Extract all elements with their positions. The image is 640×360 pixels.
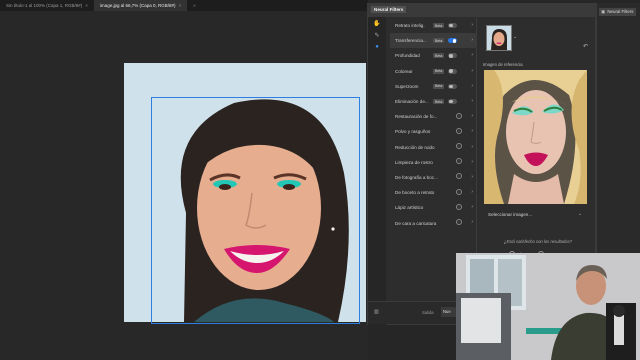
reference-image[interactable] (484, 70, 587, 204)
info-icon[interactable]: i (456, 188, 462, 195)
filter-label: Reducción de ruido (395, 144, 435, 150)
filter-toggle[interactable] (448, 68, 458, 74)
filter-label: Eliminación de... (395, 99, 429, 105)
chevron-down-icon: ⌄ (577, 211, 582, 217)
reset-icon[interactable]: ↶ (583, 43, 588, 50)
filter-toggle[interactable] (448, 83, 458, 89)
filter-toggle[interactable] (448, 23, 458, 29)
reference-image-label: Imagen de referencia (483, 62, 523, 67)
dock-tab-label: Neural Filters (607, 9, 634, 14)
info-icon[interactable]: i (456, 158, 462, 165)
filter-row-retrato[interactable]: Retrato intelig. Beta › (390, 18, 476, 33)
chevron-right-icon[interactable]: › (471, 83, 473, 89)
thumbnail-image (487, 26, 511, 50)
chevron-down-icon[interactable]: ⌄ (513, 34, 517, 40)
chevron-right-icon[interactable]: › (471, 159, 473, 165)
tab-overflow-icon[interactable]: » (187, 0, 202, 11)
filter-label: Superzoom (395, 83, 419, 89)
info-icon[interactable]: i (456, 112, 462, 119)
filter-list: Retrato intelig. Beta › Transferencia...… (390, 18, 476, 231)
chevron-right-icon[interactable]: › (471, 113, 473, 119)
filter-row-polvo[interactable]: Polvo y rasguños i › (390, 124, 476, 139)
tab-untitled[interactable]: Sin título-1 al 100% (Capa 1, RGB/8#) × (0, 0, 94, 11)
panel-toolbar: ✋ ✎ ● (368, 17, 386, 326)
reference-portrait (484, 70, 587, 204)
filter-row-colorear[interactable]: Colorear Beta › (390, 64, 476, 79)
close-icon[interactable]: × (178, 0, 181, 11)
filter-row-fotografia-boceto[interactable]: De fotografía a boc... i › (390, 170, 476, 185)
chevron-right-icon[interactable]: › (471, 189, 473, 195)
filter-label: Polvo y rasguños (395, 129, 431, 135)
filter-row-superzoom[interactable]: Superzoom Beta › (390, 79, 476, 94)
filter-label: Restauración de fo... (395, 114, 438, 120)
chevron-right-icon[interactable]: › (471, 219, 473, 225)
webcam-image (456, 253, 640, 360)
beta-badge: Beta (433, 99, 445, 105)
divider (476, 18, 477, 258)
filter-row-transferencia[interactable]: Transferencia... Beta › (390, 33, 476, 49)
filter-row-profundidad[interactable]: Profundidad Beta › (390, 48, 476, 63)
satisfaction-question: ¿Está satisfecho con los resultados? (503, 239, 573, 244)
output-label: Salida (422, 310, 434, 315)
filter-label: Retrato intelig. (395, 23, 425, 29)
beta-badge: Beta (433, 53, 445, 59)
filter-toggle[interactable] (448, 99, 458, 105)
beta-badge: Beta (433, 23, 445, 29)
filter-label: Limpieza de rostro (395, 159, 433, 165)
selected-reference-thumbnail[interactable] (486, 25, 512, 51)
info-icon[interactable]: i (456, 127, 462, 134)
filter-row-lapiz[interactable]: Lápiz artístico i › (390, 200, 476, 215)
document-tab-bar: Sin título-1 al 100% (Capa 1, RGB/8#) × … (0, 0, 368, 11)
chevron-right-icon[interactable]: › (471, 98, 473, 104)
filter-label: Profundidad (395, 53, 420, 59)
filter-row-eliminacion[interactable]: Eliminación de... Beta › (390, 94, 476, 109)
output-select[interactable]: Nue (441, 307, 457, 317)
beta-badge: Beta (433, 38, 445, 44)
filter-label: Lápiz artístico (395, 205, 424, 211)
filter-row-ruido[interactable]: Reducción de ruido i › (390, 140, 476, 155)
tab-image[interactable]: image.jpg al 66,7% (Capa 0, RGB/8#) × (93, 0, 188, 11)
chevron-right-icon[interactable]: › (471, 22, 473, 28)
chevron-right-icon[interactable]: › (471, 37, 473, 43)
chevron-right-icon[interactable]: › (471, 204, 473, 210)
beta-badge: Beta (433, 68, 445, 74)
webcam-overlay (456, 253, 640, 360)
tab-label: Sin título-1 al 100% (Capa 1, RGB/8#) (6, 3, 83, 8)
panel-title: Neural Filters (371, 6, 407, 13)
brush-tool-icon[interactable]: ✎ (368, 29, 386, 41)
panel-header: Neural Filters (368, 4, 595, 17)
info-icon[interactable]: i (456, 218, 462, 225)
eraser-tool-icon[interactable]: ● (368, 41, 386, 53)
right-dock: ▣ Neural Filters (596, 3, 640, 253)
info-icon[interactable]: i (456, 173, 462, 180)
dock-tab-neural-filters[interactable]: ▣ Neural Filters (599, 8, 636, 16)
close-icon[interactable]: × (85, 0, 88, 11)
filter-toggle[interactable] (448, 53, 458, 59)
filter-label: De cara a caricatura (395, 220, 437, 226)
info-icon[interactable]: i (456, 143, 462, 149)
filter-label: Colorear (395, 68, 413, 74)
split-view-icon[interactable]: ▥ (374, 309, 379, 315)
filter-label: De boceto a retrato (395, 190, 435, 196)
select-image-dropdown[interactable]: Seleccionar imagen... ⌄ (484, 206, 587, 222)
neural-filters-icon: ▣ (601, 9, 606, 14)
info-icon[interactable]: i (456, 203, 462, 210)
filter-row-boceto-retrato[interactable]: De boceto a retrato i › (390, 185, 476, 200)
tab-label: image.jpg al 66,7% (Capa 0, RGB/8#) (99, 3, 176, 8)
chevron-right-icon[interactable]: › (471, 128, 473, 134)
selection-box[interactable] (151, 97, 360, 324)
filter-row-caricatura[interactable]: De cara a caricatura i › (390, 215, 476, 230)
filter-label: De fotografía a boc... (395, 174, 438, 180)
filter-label: Transferencia... (395, 38, 427, 44)
hand-tool-icon[interactable]: ✋ (368, 17, 386, 29)
beta-badge: Beta (433, 83, 445, 89)
chevron-right-icon[interactable]: › (471, 174, 473, 180)
chevron-right-icon[interactable]: › (471, 52, 473, 58)
chevron-right-icon[interactable]: › (471, 68, 473, 74)
filter-row-limpieza[interactable]: Limpieza de rostro i › (390, 155, 476, 170)
filter-row-restauracion[interactable]: Restauración de fo... i › (390, 109, 476, 124)
chevron-right-icon[interactable]: › (471, 144, 473, 150)
filter-toggle[interactable] (448, 38, 458, 44)
select-image-label: Seleccionar imagen... (488, 211, 533, 217)
